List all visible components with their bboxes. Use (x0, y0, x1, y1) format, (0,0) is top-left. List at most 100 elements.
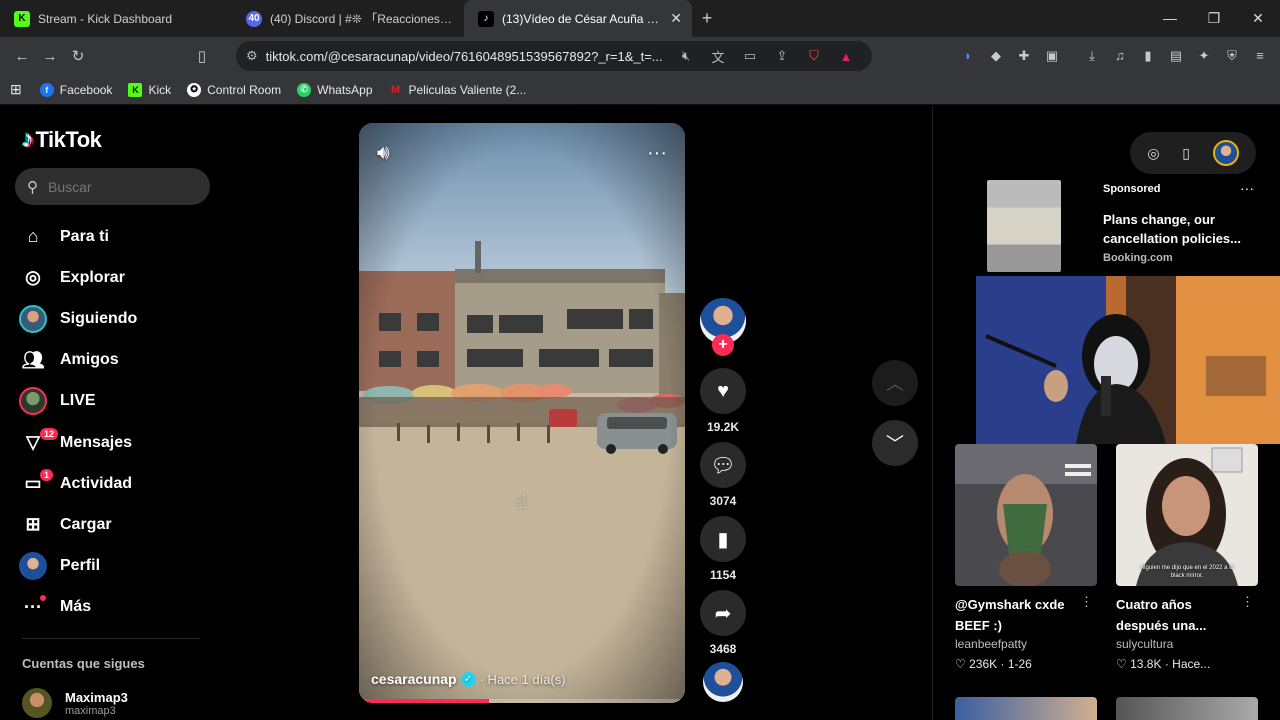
like-action[interactable]: ♥ 19.2K (700, 368, 746, 434)
wallet-icon[interactable]: ◗ (954, 41, 982, 71)
screenshot-icon[interactable]: ▣ (1038, 41, 1066, 71)
nav-siguiendo[interactable]: Siguiendo (18, 298, 137, 339)
card-username[interactable]: leanbeefpatty (955, 637, 1097, 651)
bookmark-kick[interactable]: K Kick (128, 82, 171, 97)
account-name: Maximap3 (65, 689, 128, 705)
next-video-button[interactable]: ﹀ (872, 420, 918, 466)
close-tab-icon[interactable]: ✕ (670, 10, 682, 27)
search-box[interactable]: ⚲ (15, 168, 210, 205)
nav-actividad[interactable]: ▭ 1 Actividad (18, 463, 137, 504)
bookmark-peliculas[interactable]: M Peliculas Valiente (2... (389, 82, 527, 97)
bookmark-icon[interactable]: ▮ (700, 516, 746, 562)
bookmark-whatsapp[interactable]: ✆ WhatsApp (297, 82, 373, 97)
card-username[interactable]: sulycultura (1116, 637, 1258, 651)
bookmark-facebook[interactable]: f Facebook (39, 82, 112, 97)
following-account[interactable]: Maximap3 maximap3 (22, 688, 128, 718)
recommended-video-card-partial[interactable] (955, 697, 1097, 720)
minimize-icon[interactable]: — (1148, 0, 1192, 37)
hand-cursor-icon: ☝︎ (516, 492, 527, 512)
bookmark-label: Peliculas Valiente (2... (408, 82, 527, 97)
nav-mas[interactable]: ··· Más (18, 587, 137, 628)
share-arrow-icon[interactable]: ➦ (700, 590, 746, 636)
menu-icon[interactable]: ≡ (1246, 41, 1274, 71)
search-input[interactable] (48, 178, 198, 195)
extensions-bar: ◗ ◆ ✚ ▣ ⤓ ♫ ▮ ▤ ✦ ⛨ ≡ (954, 41, 1274, 71)
vpn-icon[interactable]: ⛨ (1218, 41, 1246, 71)
back-icon[interactable]: ← (8, 42, 36, 70)
media-icon[interactable]: ♫ (1106, 41, 1134, 71)
follow-plus-icon[interactable]: + (712, 334, 734, 356)
apps-icon[interactable]: ⊞ (10, 81, 22, 98)
nav-mensajes[interactable]: ▽ 12 Mensajes (18, 422, 137, 463)
leo-icon[interactable]: ✦ (1190, 41, 1218, 71)
extension-icon[interactable]: ◆ (982, 41, 1010, 71)
tab-kick-dashboard[interactable]: K Stream - Kick Dashboard (0, 0, 232, 37)
video-progress-bar[interactable] (359, 699, 685, 703)
tab-tiktok-video[interactable]: ♪ (13)Vídeo de César Acuña (@cesaracunap… (464, 0, 692, 37)
ad-title: Plans change, our cancellation policies.… (1103, 212, 1241, 246)
recommended-video-card[interactable]: @Gymshark cxde BEEF :) ⋮ leanbeefpatty ♡… (955, 444, 1097, 671)
video-player[interactable]: 🔊︎ ··· cesaracunap ✓ · Hace 1 día(s) (359, 123, 685, 703)
nav-amigos[interactable]: 👥︎ Amigos (18, 340, 137, 381)
wallet2-icon[interactable]: ▤ (1162, 41, 1190, 71)
save-action[interactable]: ▮ 1154 (700, 516, 746, 582)
webcam-image (976, 276, 1280, 444)
brave-shield-icon[interactable]: ⛉ (798, 48, 830, 64)
recommended-video-card-partial[interactable] (1116, 697, 1258, 720)
card-more-icon[interactable]: ⋮ (1241, 594, 1254, 610)
card-stats: ♡ 236K · 1-26 (955, 657, 1097, 671)
nav-para-ti[interactable]: ⌂ Para ti (18, 216, 137, 257)
brave-rewards-icon[interactable]: ▲ (830, 49, 862, 64)
ad-thumbnail (987, 180, 1061, 272)
user-avatar[interactable] (1212, 140, 1239, 166)
sidebar-toggle-icon[interactable]: ▮ (1134, 41, 1162, 71)
puzzle-icon[interactable]: ✚ (1010, 41, 1038, 71)
translate-icon[interactable]: 文 (702, 47, 734, 66)
close-window-icon[interactable]: ✕ (1236, 0, 1280, 37)
mute-icon[interactable]: 🔇︎ (670, 48, 702, 64)
volume-icon[interactable]: 🔊︎ (377, 142, 390, 165)
friends-icon: 👥︎ (21, 349, 45, 370)
device-icon[interactable]: ▯ (1182, 145, 1190, 162)
chevron-up-icon: ︿ (886, 374, 904, 394)
explore-icon[interactable]: ◎ (1147, 145, 1159, 162)
tiktok-logo[interactable]: ♪ TikTok (22, 126, 102, 154)
reload-icon[interactable]: ↻ (64, 42, 92, 70)
share-action[interactable]: ➦ 3468 (700, 590, 746, 656)
cast-icon[interactable]: ▭ (734, 48, 766, 64)
nav-label: Amigos (60, 351, 119, 369)
heart-icon[interactable]: ♥ (700, 368, 746, 414)
nav-label: Mensajes (60, 433, 133, 451)
sponsored-ad[interactable]: Sponsored ··· Plans change, our cancella… (955, 180, 1260, 276)
new-tab-button[interactable]: + (692, 8, 722, 29)
video-author-info: cesaracunap ✓ · Hace 1 día(s) (371, 671, 566, 687)
download-icon[interactable]: ⤓ (1078, 41, 1106, 71)
nav-explorar[interactable]: ◎ Explorar (18, 257, 137, 298)
address-bar[interactable]: ⚙ tiktok.com/@cesaracunap/video/76160489… (236, 41, 872, 71)
author-avatar[interactable]: + (700, 298, 746, 356)
nav-cargar[interactable]: ⊞ Cargar (18, 504, 137, 545)
nav-live[interactable]: LIVE (18, 381, 137, 422)
share-icon[interactable]: ⇪ (766, 48, 798, 64)
bookmark-label: Control Room (207, 82, 282, 97)
video-username[interactable]: cesaracunap (371, 671, 457, 687)
ad-more-icon[interactable]: ··· (1240, 180, 1254, 196)
video-more-icon[interactable]: ··· (647, 142, 667, 165)
maximize-icon[interactable]: ❐ (1192, 0, 1236, 37)
bookmark-page-icon[interactable]: ▯ (188, 42, 216, 70)
comment-icon[interactable]: 💬︎ (700, 442, 746, 488)
video-thumbnail: Alguien me dijo que en el 2022 a la blac… (1116, 444, 1258, 586)
tab-discord[interactable]: 40 (40) Discord | #❊ 「Reacciones」| BR (232, 0, 464, 37)
music-avatar[interactable] (703, 662, 743, 702)
forward-icon[interactable]: → (36, 42, 64, 70)
site-info-icon[interactable]: ⚙ (246, 48, 258, 64)
url-text[interactable]: tiktok.com/@cesaracunap/video/7616048951… (266, 49, 670, 64)
recommended-video-card[interactable]: Alguien me dijo que en el 2022 a la blac… (1116, 444, 1258, 671)
nav-perfil[interactable]: Perfil (18, 546, 137, 587)
bookmark-control-room[interactable]: ✪ Control Room (187, 82, 282, 97)
previous-video-button[interactable]: ︿ (872, 360, 918, 406)
comment-action[interactable]: 💬︎ 3074 (700, 442, 746, 508)
card-more-icon[interactable]: ⋮ (1080, 594, 1093, 610)
nav-label: Para ti (60, 227, 109, 245)
